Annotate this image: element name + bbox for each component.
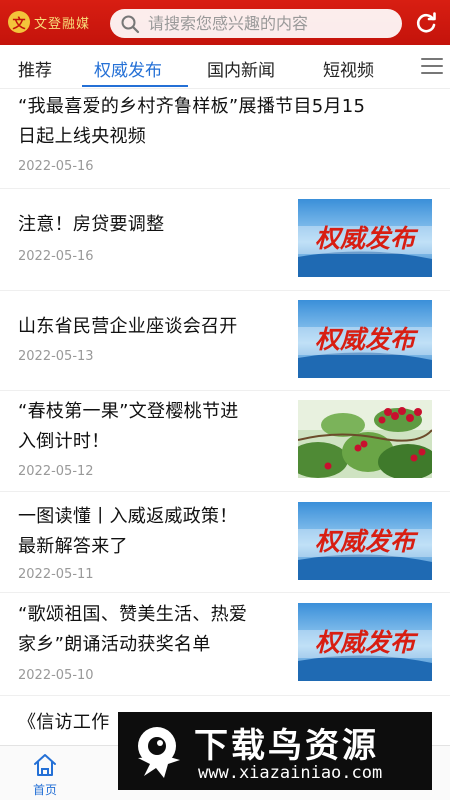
watermark-title: 下载鸟资源	[194, 726, 379, 766]
article-thumbnail: 权威发布	[298, 300, 432, 378]
article-item[interactable]: “歌颂祖国、赞美生活、热爱 家乡”朗诵活动获奖名单 2022-05-10 权威发…	[0, 593, 450, 696]
nav-home-label: 首页	[32, 783, 57, 797]
article-item[interactable]: “我最喜爱的乡村齐鲁样板”展播节目5月15 日起上线央视频 2022-05-16	[0, 89, 450, 189]
article-title: “歌颂祖国、赞美生活、热爱 家乡”朗诵活动获奖名单	[18, 604, 248, 655]
article-date: 2022-05-12	[18, 464, 94, 479]
cherry-photo	[298, 400, 432, 478]
top-bar: 文 文登融媒	[0, 0, 450, 45]
article-date: 2022-05-16	[18, 249, 94, 264]
article-title: “我最喜爱的乡村齐鲁样板”展播节目5月15 日起上线央视频	[18, 96, 366, 147]
active-tab-indicator	[82, 85, 188, 87]
article-title: “春枝第一果”文登樱桃节进 入倒计时！	[18, 401, 239, 452]
refresh-icon[interactable]	[414, 11, 438, 35]
banner-image: 权威发布	[298, 199, 432, 277]
app-logo[interactable]: 文 文登融媒	[8, 10, 90, 34]
article-item[interactable]: 一图读懂丨入威返威政策！ 最新解答来了 2022-05-11 权威发布	[0, 492, 450, 593]
search-input[interactable]	[148, 14, 388, 33]
article-thumbnail: 权威发布	[298, 199, 432, 277]
article-title: 山东省民营企业座谈会召开	[18, 316, 238, 337]
article-item[interactable]: 注意！房贷要调整 2022-05-16 权威发布	[0, 189, 450, 291]
article-item[interactable]: “春枝第一果”文登樱桃节进 入倒计时！ 2022-05-12	[0, 391, 450, 492]
svg-text:权威发布: 权威发布	[315, 628, 419, 657]
article-date: 2022-05-13	[18, 349, 94, 364]
banner-image: 权威发布	[298, 300, 432, 378]
article-date: 2022-05-11	[18, 567, 94, 582]
article-thumbnail	[298, 400, 432, 478]
article-date: 2022-05-10	[18, 668, 94, 683]
svg-text:权威发布: 权威发布	[315, 224, 419, 253]
banner-image: 权威发布	[298, 603, 432, 681]
tab-short-video[interactable]: 短视频	[323, 56, 374, 81]
svg-text:权威发布: 权威发布	[315, 527, 419, 556]
tab-recommend[interactable]: 推荐	[18, 56, 52, 81]
svg-text:权威发布: 权威发布	[315, 325, 419, 354]
search-box[interactable]	[110, 9, 402, 38]
menu-icon[interactable]	[421, 58, 443, 74]
article-date: 2022-05-16	[18, 159, 94, 174]
search-icon	[121, 15, 140, 33]
bird-logo-icon	[138, 727, 180, 778]
nav-home[interactable]: 首页	[10, 752, 80, 798]
article-thumbnail: 权威发布	[298, 603, 432, 681]
tab-domestic-news[interactable]: 国内新闻	[207, 56, 275, 81]
banner-image: 权威发布	[298, 502, 432, 580]
home-icon	[34, 754, 56, 776]
article-thumbnail: 权威发布	[298, 502, 432, 580]
article-title: 《信访工作	[18, 712, 110, 733]
article-title: 注意！房贷要调整	[18, 214, 165, 235]
article-item[interactable]: 山东省民营企业座谈会召开 2022-05-13 权威发布	[0, 291, 450, 391]
tab-authoritative[interactable]: 权威发布	[94, 56, 162, 81]
logo-text: 文登融媒	[34, 16, 91, 32]
logo-mark: 文	[8, 11, 30, 33]
category-tabs: 推荐 权威发布 国内新闻 短视频	[0, 45, 450, 89]
watermark-url: www.xiazainiao.com	[198, 763, 383, 783]
article-title: 一图读懂丨入威返威政策！ 最新解答来了	[18, 506, 238, 557]
watermark-overlay: 下载鸟资源 www.xiazainiao.com	[118, 712, 432, 790]
